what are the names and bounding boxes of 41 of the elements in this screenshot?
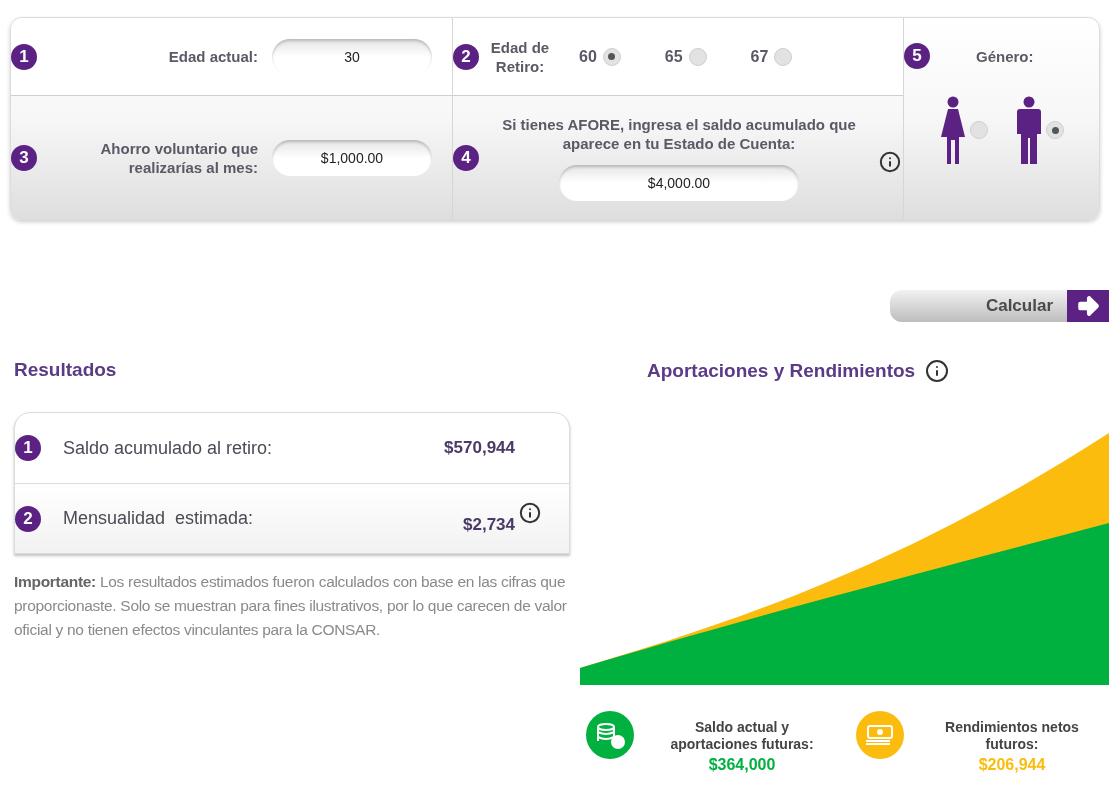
info-icon[interactable] — [519, 501, 541, 524]
step-badge: 1 — [15, 435, 41, 461]
results-title: Resultados — [14, 358, 118, 382]
age-field[interactable]: 30 — [272, 38, 432, 75]
step-badge: 5 — [904, 43, 930, 69]
arrow-right-icon — [1075, 293, 1101, 319]
step-badge: 2 — [15, 505, 41, 532]
radio-button[interactable] — [970, 121, 988, 139]
savings-field[interactable]: $1,000.00 — [272, 139, 432, 176]
afore-label: Si tienes AFORE, ingresa el saldo acumulado que aparece en tu Estado de Cuenta: — [501, 114, 857, 153]
radio-button[interactable] — [1046, 121, 1064, 139]
result-value: $570,944 — [444, 437, 515, 460]
result-label: Mensualidad estimada: — [63, 507, 254, 530]
age-option-label: 65 — [664, 47, 683, 66]
age-option-label: 67 — [750, 47, 769, 66]
gender-label: Género: — [976, 47, 1034, 66]
step-badge: 1 — [11, 43, 37, 70]
result-value: $2,734 — [463, 513, 515, 536]
savings-label: Ahorro voluntario que realizarías al mes: — [99, 138, 258, 177]
chart-title: Aportaciones y Rendimientos — [647, 358, 916, 383]
legend-label: Rendimientos netos futuros: — [944, 719, 1080, 753]
age-option-label: 60 — [579, 47, 597, 66]
woman-icon — [940, 96, 966, 164]
radio-button[interactable] — [602, 47, 621, 66]
step-badge: 4 — [453, 144, 479, 171]
info-icon[interactable] — [879, 150, 901, 173]
radio-button[interactable] — [774, 47, 793, 66]
info-icon[interactable] — [925, 359, 950, 383]
disclaimer-text: Importante: Los resultados estimados fueron calculados con base en las cifras que proporcionaste. Solo se muestran para fines ilustrativos, por lo que carecen de valor oficial y no tienen efectos vinculantes para la CONSAR. — [14, 572, 568, 640]
step-badge: 2 — [453, 43, 479, 70]
legend-value: $206,944 — [978, 755, 1046, 775]
step-badge: 3 — [11, 144, 37, 171]
afore-field[interactable]: $4,000.00 — [559, 164, 799, 201]
calculate-button[interactable]: Calcular — [890, 290, 1109, 322]
legend-value: $364,000 — [708, 755, 776, 775]
radio-button[interactable] — [688, 47, 707, 66]
age-label: Edad actual: — [168, 47, 258, 66]
man-icon — [1016, 96, 1042, 164]
retirement-label: Edad de Retiro: — [489, 37, 551, 76]
result-label: Saldo acumulado al retiro: — [63, 436, 273, 460]
legend-label: Saldo actual y aportaciones futuras: — [669, 719, 815, 753]
